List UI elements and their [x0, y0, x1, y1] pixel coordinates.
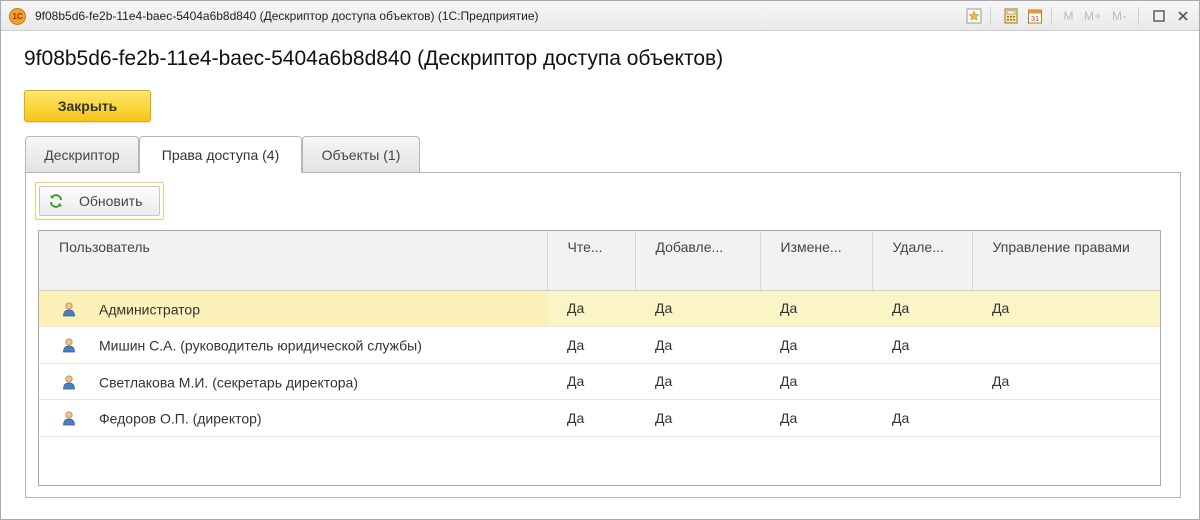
table-row[interactable]: Администратор Да Да Да Да Да: [39, 290, 1160, 327]
column-header-change[interactable]: Измене...: [760, 231, 873, 291]
table-row[interactable]: Светлакова М.И. (секретарь директора) Да…: [39, 363, 1160, 400]
read-cell: Да: [547, 363, 635, 400]
delete-cell: Да: [872, 290, 972, 327]
user-name: Федоров О.П. (директор): [99, 410, 262, 427]
read-cell: Да: [547, 399, 635, 437]
title-bar-controls: 31 M M+ M-: [960, 5, 1193, 27]
table-row[interactable]: Мишин С.А. (руководитель юридической слу…: [39, 326, 1160, 364]
application-window: 1С 9f08b5d6-fe2b-11e4-baec-5404a6b8d840 …: [0, 0, 1200, 520]
column-header-add[interactable]: Добавле...: [635, 231, 761, 291]
user-name: Мишин С.А. (руководитель юридической слу…: [99, 337, 422, 354]
title-bar: 1С 9f08b5d6-fe2b-11e4-baec-5404a6b8d840 …: [1, 1, 1199, 31]
change-cell: Да: [760, 363, 872, 400]
tab-panel-access-rights: Обновить Пользователь Чте... Добавле... …: [25, 172, 1181, 498]
table-header-row: Пользователь Чте... Добавле... Измене...…: [39, 231, 1160, 291]
manage-rights-cell: [972, 399, 1160, 437]
user-cell: Светлакова М.И. (секретарь директора): [39, 363, 547, 400]
app-logo-icon[interactable]: 1С: [9, 8, 26, 25]
calendar-icon[interactable]: 31: [1025, 6, 1045, 26]
refresh-button-label: Обновить: [79, 193, 143, 209]
close-icon[interactable]: [1173, 6, 1193, 26]
delete-cell: Да: [872, 326, 972, 364]
access-rights-table[interactable]: Пользователь Чте... Добавле... Измене...…: [38, 230, 1161, 486]
manage-rights-cell: Да: [972, 290, 1160, 327]
calendar-day-label: 31: [1031, 14, 1039, 23]
restore-icon[interactable]: [1149, 6, 1169, 26]
user-name: Светлакова М.И. (секретарь директора): [99, 373, 358, 390]
user-cell: Администратор: [39, 290, 547, 327]
user-cell: Федоров О.П. (директор): [39, 399, 547, 437]
column-header-user[interactable]: Пользователь: [39, 231, 548, 291]
column-header-delete[interactable]: Удале...: [872, 231, 973, 291]
page-title: 9f08b5d6-fe2b-11e4-baec-5404a6b8d840 (Де…: [24, 47, 724, 70]
add-cell: Да: [635, 290, 760, 327]
star-icon[interactable]: [964, 6, 984, 26]
column-header-read[interactable]: Чте...: [547, 231, 636, 291]
close-form-button[interactable]: Закрыть: [24, 90, 151, 122]
add-cell: Да: [635, 326, 760, 364]
user-cell: Мишин С.А. (руководитель юридической слу…: [39, 326, 547, 364]
read-cell: Да: [547, 326, 635, 364]
refresh-button[interactable]: Обновить: [39, 186, 160, 216]
memory-button[interactable]: M: [1063, 9, 1074, 23]
refresh-button-focus: Обновить: [35, 182, 164, 220]
toolbar-divider: [1138, 7, 1139, 25]
user-icon: [61, 301, 77, 317]
column-header-manage-rights[interactable]: Управление правами: [972, 231, 1160, 291]
tab-descriptor[interactable]: Дескриптор: [25, 136, 139, 172]
user-icon: [61, 374, 77, 390]
manage-rights-cell: [972, 326, 1160, 364]
change-cell: Да: [760, 399, 872, 437]
user-icon: [61, 337, 77, 353]
add-cell: Да: [635, 399, 760, 437]
change-cell: Да: [760, 290, 872, 327]
delete-cell: Да: [872, 399, 972, 437]
change-cell: Да: [760, 326, 872, 364]
delete-cell: [872, 363, 972, 400]
table-row[interactable]: Федоров О.П. (директор) Да Да Да Да: [39, 399, 1160, 437]
refresh-icon: [47, 192, 65, 210]
memory-minus-button[interactable]: M-: [1112, 9, 1127, 23]
user-name: Администратор: [99, 300, 201, 317]
toolbar-divider: [990, 7, 992, 25]
memory-plus-button[interactable]: M+: [1084, 9, 1102, 23]
add-cell: Да: [635, 363, 760, 400]
user-icon: [61, 410, 77, 426]
toolbar-divider: [1051, 7, 1053, 25]
tab-access-rights[interactable]: Права доступа (4): [139, 136, 302, 173]
calculator-icon[interactable]: [1001, 6, 1021, 26]
tab-objects[interactable]: Объекты (1): [302, 136, 420, 172]
window-title: 9f08b5d6-fe2b-11e4-baec-5404a6b8d840 (Де…: [35, 9, 539, 23]
manage-rights-cell: Да: [972, 363, 1160, 400]
read-cell: Да: [547, 290, 635, 327]
